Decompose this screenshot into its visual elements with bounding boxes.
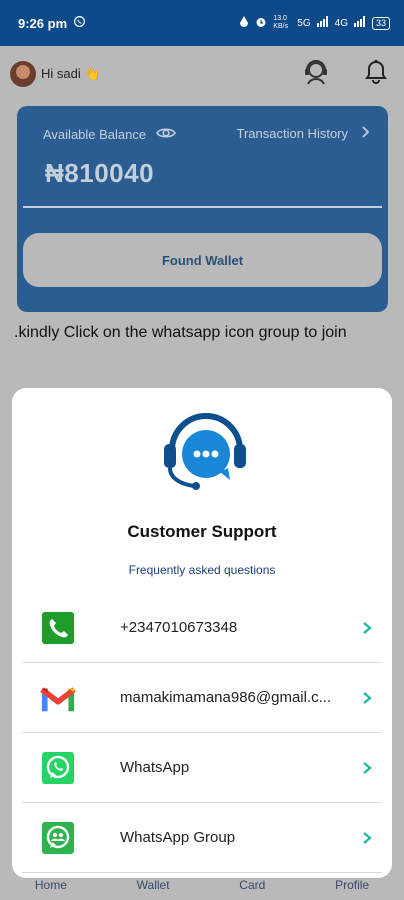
drop-icon [239,15,249,31]
contact-email-label: mamakimamana986@gmail.c... [120,689,332,706]
fund-wallet-button[interactable]: Found Wallet [23,233,382,287]
customer-support-sheet: Customer Support Frequently asked questi… [12,388,392,878]
greeting: Hi sadi 👋 [41,66,101,81]
battery-icon: 33 [371,16,390,30]
alarm-icon [255,16,267,31]
signal-bars-icon-2 [353,16,366,30]
gmail-icon [40,680,76,716]
avatar[interactable] [10,61,36,87]
nav-home[interactable]: Home [35,878,67,892]
support-agent-icon[interactable] [302,58,330,91]
transaction-history-link[interactable]: Transaction History [237,126,371,141]
nav-wallet[interactable]: Wallet [137,878,170,892]
eye-icon[interactable] [156,126,177,143]
top-bar: Hi sadi 👋 [10,54,388,94]
whatsapp-group-icon [40,820,76,856]
contact-row-whatsapp[interactable]: WhatsApp [22,733,382,803]
sheet-title: Customer Support [127,522,277,541]
divider [23,206,382,208]
contact-whatsapp-label: WhatsApp [120,759,190,776]
contact-phone-label: +2347010673348 [120,619,238,636]
chevron-right-icon [360,691,374,705]
whatsapp-notification-icon [73,15,86,31]
nav-card[interactable]: Card [239,878,265,892]
phone-icon [40,610,76,646]
contact-list: +2347010673348 mamakimamana986@gmail.c..… [22,593,382,873]
bell-icon[interactable] [364,59,388,90]
faq-link[interactable]: Frequently asked questions [12,563,392,577]
contact-row-phone[interactable]: +2347010673348 [22,593,382,663]
signal-4g: 4G [334,17,348,29]
contact-row-email[interactable]: mamakimamana986@gmail.c... [22,663,382,733]
balance-card: Available Balance Transaction History ₦8… [17,106,388,312]
signal-5g: 5G [297,17,311,29]
join-notice: .kindly Click on the whatsapp icon group… [14,324,347,341]
nav-profile[interactable]: Profile [335,878,369,892]
net-speed: 13.0 KB/s [273,15,289,30]
signal-bars-icon [316,16,329,30]
whatsapp-icon [40,750,76,786]
chevron-right-icon [362,126,370,141]
available-balance-label: Available Balance [43,127,147,142]
chevron-right-icon [360,621,374,635]
contact-row-whatsapp-group[interactable]: WhatsApp Group [22,803,382,873]
status-bar: 9:26 pm 13.0 KB/s 5G 4G 33 [0,0,404,46]
contact-whatsapp-group-label: WhatsApp Group [120,829,236,846]
transaction-history-label: Transaction History [236,126,349,141]
status-time: 9:26 pm [18,15,68,31]
chevron-right-icon [360,831,374,845]
chevron-right-icon [360,761,374,775]
balance-amount: ₦810040 [45,158,155,188]
headset-chat-icon [160,402,252,494]
